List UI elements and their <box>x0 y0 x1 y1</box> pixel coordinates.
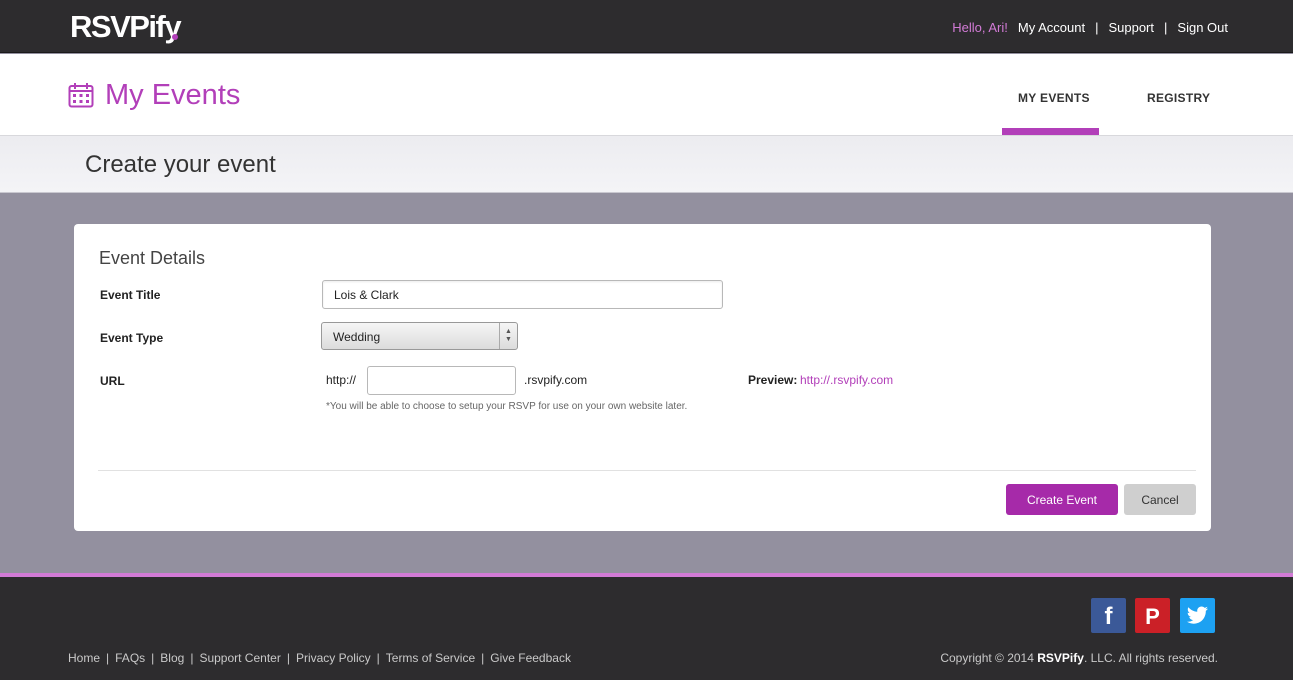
footer-links: Home | FAQs | Blog | Support Center | Pr… <box>68 651 571 665</box>
event-type-select[interactable]: Wedding ▲ ▼ <box>321 322 518 350</box>
url-subdomain-input[interactable] <box>367 366 516 395</box>
event-type-label: Event Type <box>100 331 164 345</box>
page-header: My Events MY EVENTS REGISTRY <box>0 54 1293 136</box>
footer-link-support-center[interactable]: Support Center <box>199 651 280 665</box>
support-link[interactable]: Support <box>1108 20 1154 35</box>
top-bar: RSVPify Hello, Ari! My Account | Support… <box>0 0 1293 53</box>
event-title-input[interactable] <box>322 280 723 309</box>
logo-dot <box>172 34 178 40</box>
footer-link-home[interactable]: Home <box>68 651 100 665</box>
copyright-suffix: . LLC. All rights reserved. <box>1083 651 1218 665</box>
footer-separator: | <box>106 651 110 665</box>
section-heading: Create your event <box>85 151 276 178</box>
sign-out-link[interactable]: Sign Out <box>1177 20 1228 35</box>
logo[interactable]: RSVPify <box>70 9 182 45</box>
event-type-value: Wedding <box>333 330 381 344</box>
preview-link[interactable]: http://.rsvpify.com <box>800 373 893 387</box>
twitter-icon[interactable] <box>1180 598 1215 633</box>
footer-link-terms-of-service[interactable]: Terms of Service <box>386 651 475 665</box>
form-section-title: Event Details <box>99 248 206 268</box>
url-note: *You will be able to choose to setup you… <box>326 401 688 412</box>
url-label: URL <box>100 374 125 388</box>
tab-my-events[interactable]: MY EVENTS <box>1018 91 1090 105</box>
twitter-bird-icon <box>1187 606 1208 624</box>
select-arrows-icon: ▲ ▼ <box>499 323 517 349</box>
footer-separator: | <box>376 651 380 665</box>
footer-link-blog[interactable]: Blog <box>160 651 184 665</box>
nav-separator: | <box>1095 20 1099 35</box>
copyright-brand: RSVPify <box>1037 651 1084 665</box>
create-event-button[interactable]: Create Event <box>1006 484 1118 515</box>
tab-registry[interactable]: REGISTRY <box>1147 91 1210 105</box>
footer-separator: | <box>481 651 485 665</box>
event-title-label: Event Title <box>100 288 161 302</box>
top-nav: Hello, Ari! My Account | Support | Sign … <box>952 20 1228 35</box>
page-title: My Events <box>105 79 241 111</box>
footer-link-faqs[interactable]: FAQs <box>115 651 145 665</box>
footer-separator: | <box>190 651 194 665</box>
footer: f P Home | FAQs | Blog | Support Center … <box>0 577 1293 680</box>
divider <box>98 470 1196 471</box>
pinterest-icon[interactable]: P <box>1135 598 1170 633</box>
nav-separator: | <box>1164 20 1168 35</box>
footer-separator: | <box>151 651 155 665</box>
preview-label: Preview: <box>748 373 798 387</box>
copyright-prefix: Copyright © 2014 <box>940 651 1034 665</box>
facebook-icon[interactable]: f <box>1091 598 1126 633</box>
event-form-card: Event Details Event Title Event Type Wed… <box>74 224 1211 531</box>
url-suffix: .rsvpify.com <box>524 373 588 387</box>
footer-link-give-feedback[interactable]: Give Feedback <box>490 651 571 665</box>
footer-separator: | <box>286 651 290 665</box>
footer-link-privacy-policy[interactable]: Privacy Policy <box>296 651 371 665</box>
calendar-icon <box>68 83 94 108</box>
copyright: Copyright © 2014 RSVPify. LLC. All right… <box>940 651 1218 665</box>
url-prefix: http:// <box>326 373 357 387</box>
greeting: Hello, Ari! <box>952 20 1008 35</box>
sub-header: Create your event <box>0 136 1293 193</box>
active-tab-indicator <box>1002 128 1099 135</box>
cancel-button[interactable]: Cancel <box>1124 484 1196 515</box>
my-account-link[interactable]: My Account <box>1018 20 1085 35</box>
